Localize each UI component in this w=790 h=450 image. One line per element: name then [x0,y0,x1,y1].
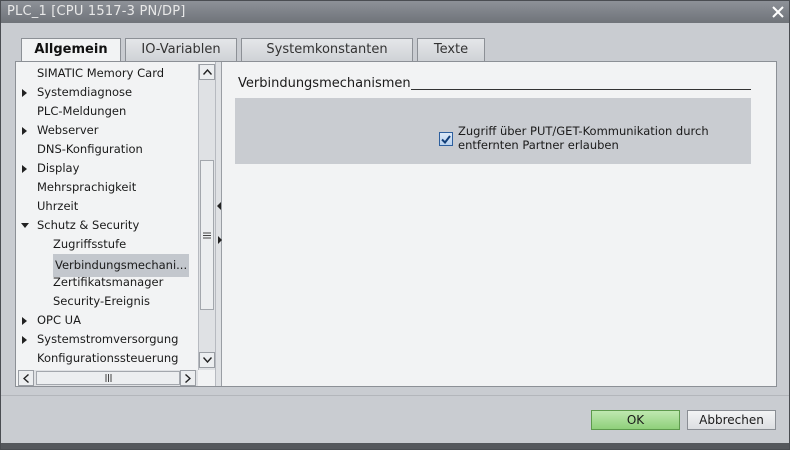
ok-button[interactable]: OK [591,410,680,430]
scroll-up-button[interactable] [199,64,215,80]
tab-io-variablen[interactable]: IO-Variablen [125,38,237,61]
scroll-thumb[interactable] [200,160,214,310]
tree-collapsed-icon[interactable] [20,330,30,349]
navigation-tree: SIMATIC Memory Card Systemdiagnose PLC-Mel… [18,64,198,370]
nav-item-label: DNS-Konfiguration [37,142,143,156]
scroll-left-button[interactable] [18,370,34,386]
scroll-down-button[interactable] [199,352,215,368]
grip-icon [203,232,211,238]
grip-icon [105,374,111,382]
nav-item[interactable]: Verbindungsmechani... [18,254,198,277]
section-divider [411,89,751,90]
nav-item-label: Systemstromversorgung [37,332,179,346]
nav-item-label: Security-Ereignis [53,294,150,308]
properties-dialog: PLC_1 [CPU 1517-3 PN/DP] Allgemein IO-Va… [0,0,790,450]
close-icon[interactable] [769,3,787,21]
nav-item[interactable]: Webserver [18,121,198,140]
nav-item-label: Zertifikatsmanager [53,275,164,289]
tree-collapsed-icon[interactable] [20,121,30,140]
nav-item[interactable]: DNS-Konfiguration [18,140,198,159]
tab-texte[interactable]: Texte [417,38,485,61]
status-strip [1,443,789,449]
nav-item-label: PLC-Meldungen [37,104,127,118]
nav-item-label: Systemdiagnose [37,85,133,99]
expand-right-icon[interactable] [217,236,222,244]
pane-splitter[interactable] [215,62,222,386]
nav-item-label: Mehrsprachigkeit [37,180,137,194]
nav-item-label: Webserver [37,123,99,137]
tab-panel: SIMATIC Memory Card Systemdiagnose PLC-Mel… [15,61,777,387]
nav-item-label: Uhrzeit [37,199,79,213]
scroll-right-button[interactable] [180,370,196,386]
nav-item[interactable]: Zugriffsstufe [18,235,198,254]
tab-systemkonstanten[interactable]: Systemkonstanten [241,38,413,61]
tree-expanded-icon[interactable] [20,216,30,235]
collapse-left-icon[interactable] [217,202,222,210]
section-title: Verbindungsmechanismen [238,76,411,91]
tree-collapsed-icon[interactable] [20,159,30,178]
tree-collapsed-icon[interactable] [20,83,30,102]
nav-item[interactable]: Systemstromversorgung [18,330,198,349]
nav-item[interactable]: Display [18,159,198,178]
nav-item[interactable]: Security-Ereignis [18,292,198,311]
chevron-left-icon [23,373,29,383]
horizontal-scrollbar[interactable] [18,370,198,386]
nav-item[interactable]: PLC-Meldungen [18,102,198,121]
nav-item-label: Schutz & Security [37,218,140,232]
nav-item-label: OPC UA [37,313,81,327]
nav-item[interactable]: Systemdiagnose [18,83,198,102]
nav-item-label: SIMATIC Memory Card [37,66,165,80]
nav-item[interactable]: Konfigurationssteuerung [18,349,198,368]
put-get-checkbox-label[interactable]: Zugriff über PUT/GET-Kommunikation durch… [458,124,728,152]
vertical-scrollbar[interactable] [198,64,215,370]
hscroll-thumb[interactable] [36,371,180,385]
cancel-button[interactable]: Abbrechen [687,410,776,430]
section-body: Zugriff über PUT/GET-Kommunikation durch… [235,98,751,164]
nav-item-label: Display [37,161,80,175]
content-pane: Verbindungsmechanismen Zugriff über PUT/… [223,62,776,386]
chevron-up-icon [202,69,212,75]
put-get-checkbox[interactable] [439,132,453,146]
nav-item[interactable]: OPC UA [18,311,198,330]
chevron-right-icon [185,373,191,383]
nav-item[interactable]: Zertifikatsmanager [18,273,198,292]
footer-divider [1,395,789,396]
nav-item[interactable]: Schutz & Security [18,216,198,235]
window-title: PLC_1 [CPU 1517-3 PN/DP] [7,4,186,19]
title-bar[interactable]: PLC_1 [CPU 1517-3 PN/DP] [1,1,789,23]
nav-item-label: Konfigurationssteuerung [37,351,179,365]
chevron-down-icon [202,357,212,363]
nav-item[interactable]: SIMATIC Memory Card [18,64,198,83]
tree-collapsed-icon[interactable] [20,311,30,330]
nav-item-label: Zugriffsstufe [53,237,127,251]
nav-item[interactable]: Mehrsprachigkeit [18,178,198,197]
nav-item[interactable]: Uhrzeit [18,197,198,216]
tab-allgemein[interactable]: Allgemein [21,38,121,63]
checkmark-icon [441,134,451,144]
